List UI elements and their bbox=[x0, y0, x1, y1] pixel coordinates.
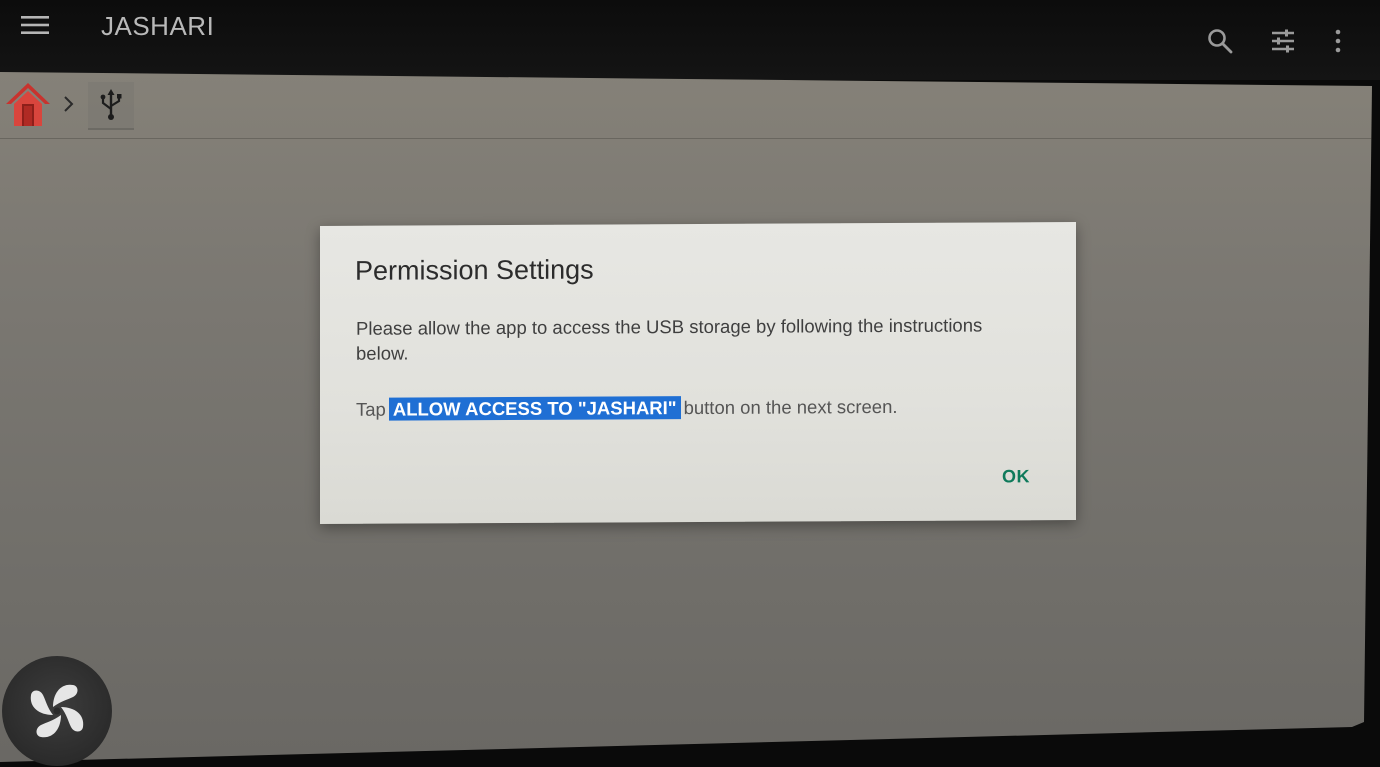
more-vertical-icon bbox=[1335, 29, 1341, 53]
menu-button[interactable] bbox=[14, 8, 56, 42]
filter-button[interactable] bbox=[1263, 22, 1303, 60]
device-screen: JASHARI Permission Settings Please allow… bbox=[0, 0, 1380, 767]
instruction-highlight: ALLOW ACCESS TO "JASHARI" bbox=[388, 396, 681, 421]
chevron-right-icon bbox=[64, 96, 74, 112]
breadcrumb-separator bbox=[60, 92, 78, 116]
instruction-suffix: button on the next screen. bbox=[683, 395, 898, 419]
hamburger-menu-icon bbox=[21, 16, 49, 34]
floating-logo-button[interactable] bbox=[2, 656, 112, 766]
pinwheel-logo-icon bbox=[30, 684, 84, 738]
search-icon bbox=[1208, 29, 1233, 54]
dialog-instruction: Tap ALLOW ACCESS TO "JASHARI" button on th… bbox=[356, 392, 1036, 424]
dialog-title: Permission Settings bbox=[355, 254, 594, 286]
tune-sliders-icon bbox=[1272, 29, 1294, 53]
breadcrumb-usb[interactable] bbox=[88, 82, 134, 130]
permission-dialog: Permission Settings Please allow the app… bbox=[320, 222, 1076, 524]
usb-icon bbox=[100, 89, 122, 120]
instruction-prefix: Tap bbox=[356, 398, 386, 420]
dialog-message: Please allow the app to access the USB s… bbox=[356, 314, 983, 364]
breadcrumb bbox=[0, 72, 1372, 139]
ok-button[interactable]: OK bbox=[996, 462, 1036, 491]
search-button[interactable] bbox=[1200, 22, 1240, 60]
more-options-button[interactable] bbox=[1318, 22, 1358, 60]
app-title: JASHARI bbox=[101, 11, 215, 41]
breadcrumb-home[interactable] bbox=[4, 80, 52, 130]
home-icon bbox=[6, 83, 50, 126]
app-bar: JASHARI bbox=[0, 0, 1380, 80]
